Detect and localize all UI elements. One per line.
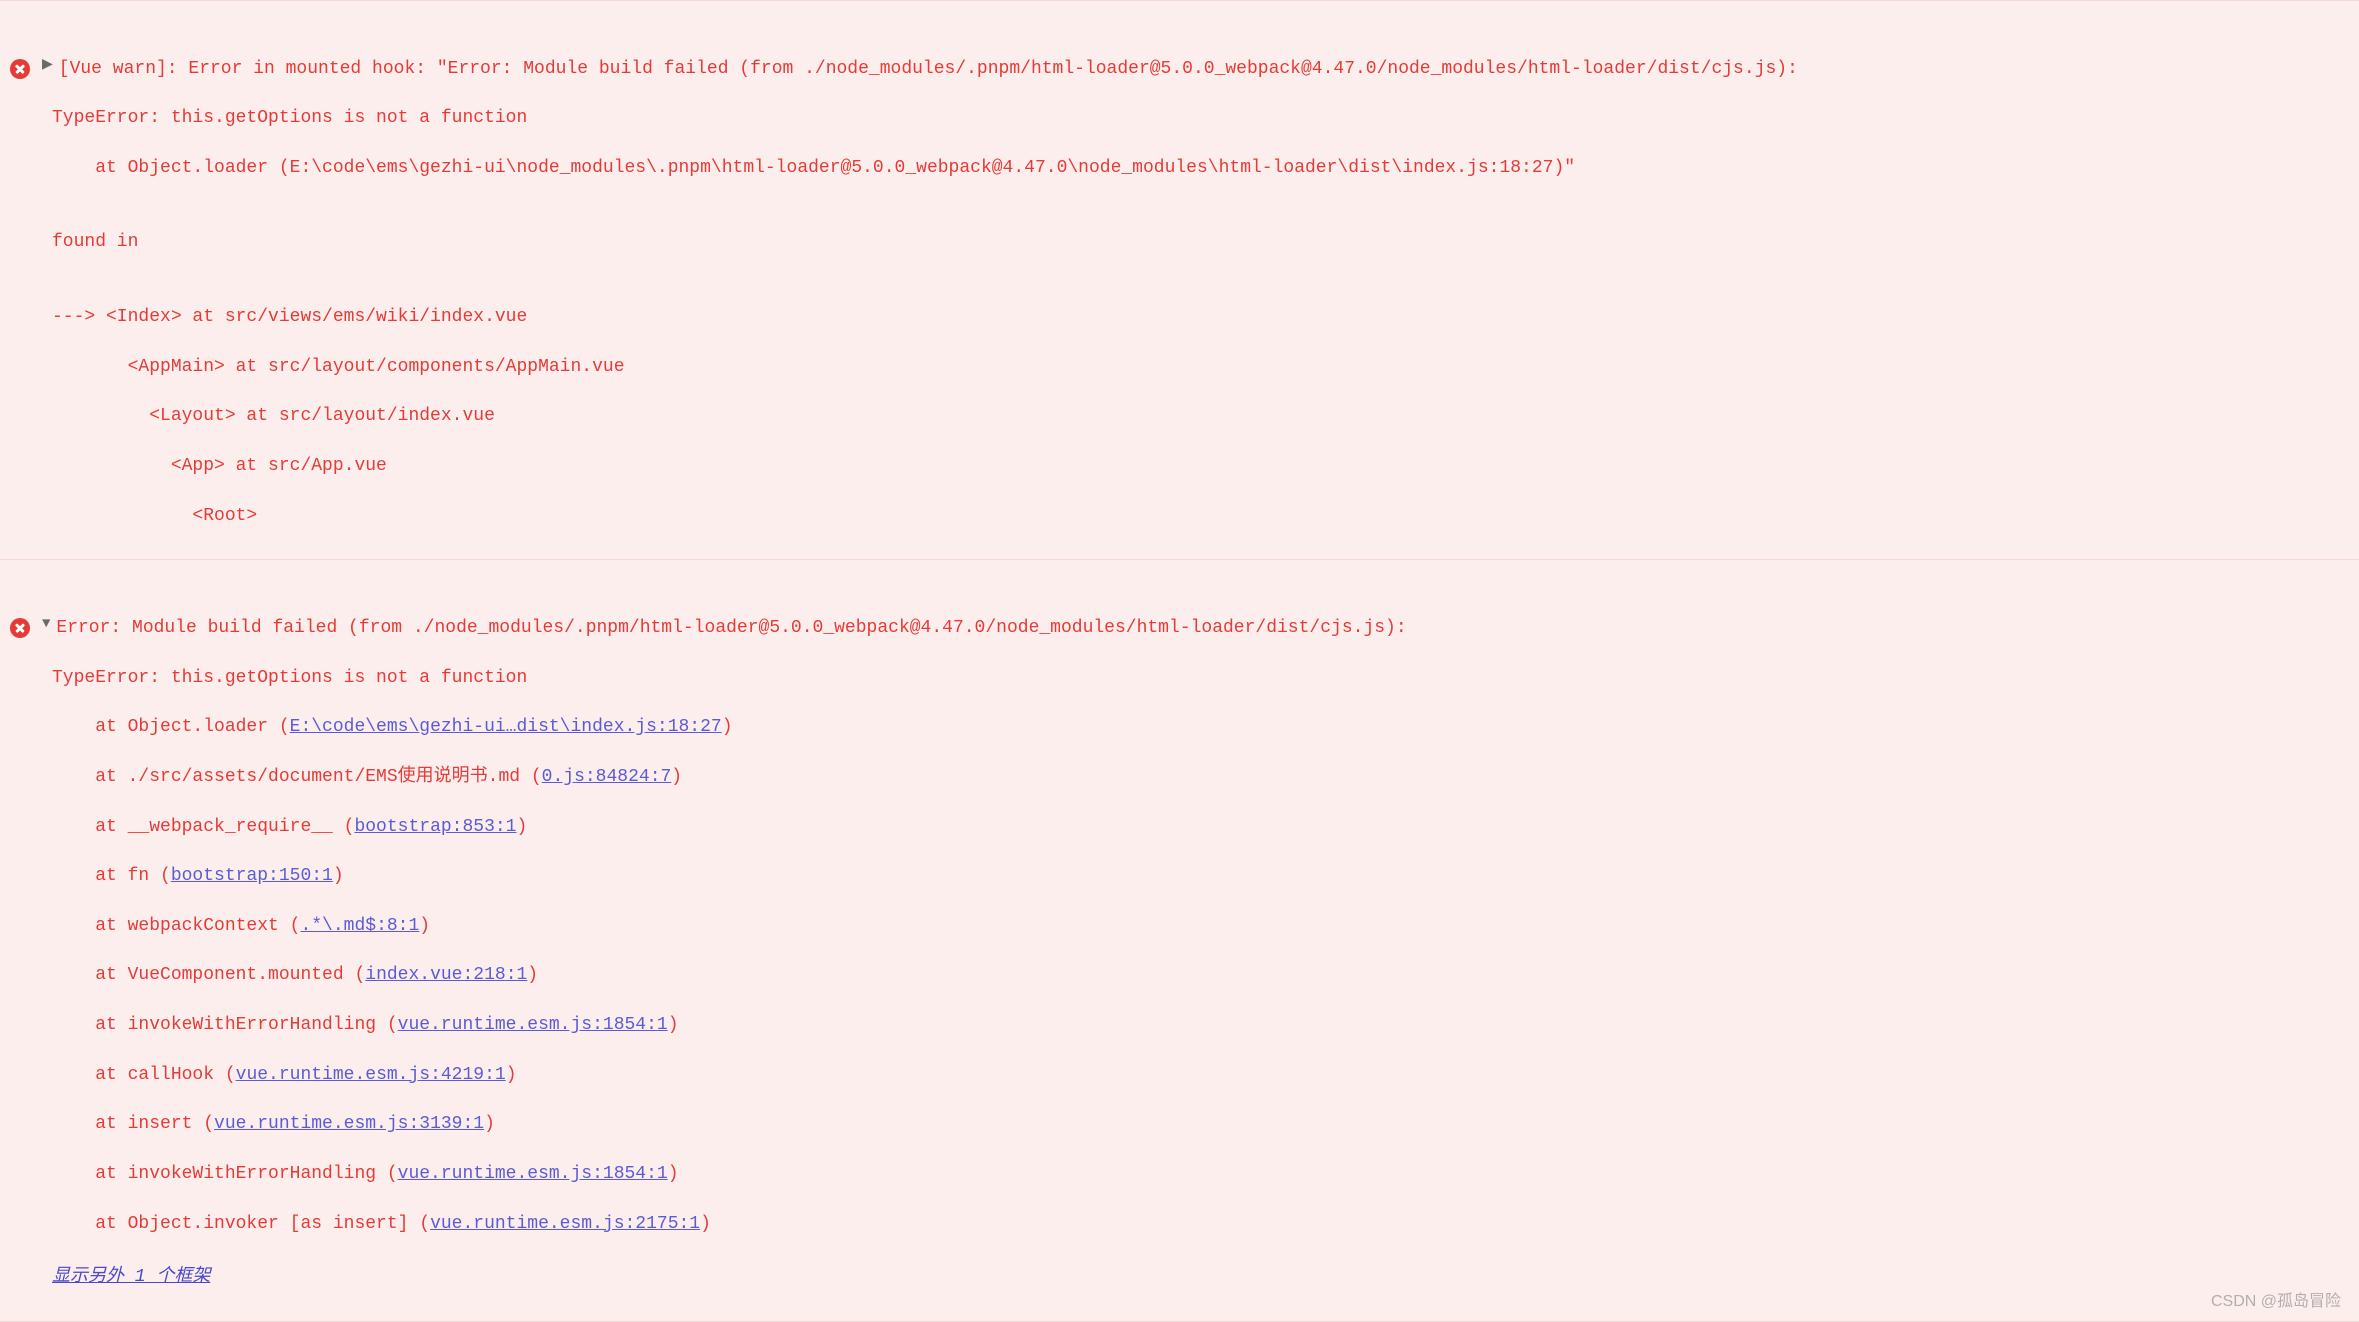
source-link[interactable]: bootstrap:853:1: [354, 817, 516, 837]
error-headline: [Vue warn]: Error in mounted hook: "Erro…: [59, 57, 1798, 82]
stack-frame: at callHook (vue.runtime.esm.js:4219:1): [10, 1063, 2349, 1088]
error-line: TypeError: this.getOptions is not a func…: [10, 666, 2349, 691]
source-link[interactable]: vue.runtime.esm.js:3139:1: [214, 1114, 484, 1134]
error-icon: [10, 59, 30, 79]
error-line: <App> at src/App.vue: [10, 454, 2349, 479]
stack-frame: at insert (vue.runtime.esm.js:3139:1): [10, 1112, 2349, 1137]
source-link[interactable]: .*\.md$:8:1: [300, 916, 419, 936]
source-link[interactable]: vue.runtime.esm.js:2175:1: [430, 1214, 700, 1234]
source-link[interactable]: bootstrap:150:1: [171, 866, 333, 886]
source-link[interactable]: vue.runtime.esm.js:1854:1: [398, 1164, 668, 1184]
error-headline: Error: Module build failed (from ./node_…: [56, 616, 1406, 641]
stack-frame: at Object.loader (E:\code\ems\gezhi-ui…d…: [10, 715, 2349, 740]
error-line: ---> <Index> at src/views/ems/wiki/index…: [10, 305, 2349, 330]
show-more-frames-link[interactable]: 显示另外 1 个框架: [10, 1265, 210, 1290]
error-line: TypeError: this.getOptions is not a func…: [10, 106, 2349, 131]
stack-frame: at __webpack_require__ (bootstrap:853:1): [10, 815, 2349, 840]
source-link[interactable]: vue.runtime.esm.js:1854:1: [398, 1015, 668, 1035]
source-link[interactable]: index.vue:218:1: [365, 965, 527, 985]
stack-frame: at VueComponent.mounted (index.vue:218:1…: [10, 963, 2349, 988]
console-error-message: ▶ [Vue warn]: Error in mounted hook: "Er…: [0, 0, 2359, 560]
source-link[interactable]: 0.js:84824:7: [542, 767, 672, 787]
disclosure-triangle-icon[interactable]: ▶: [42, 56, 53, 75]
error-line: <Layout> at src/layout/index.vue: [10, 404, 2349, 429]
stack-frame: at invokeWithErrorHandling (vue.runtime.…: [10, 1162, 2349, 1187]
source-link[interactable]: E:\code\ems\gezhi-ui…dist\index.js:18:27: [290, 717, 722, 737]
disclosure-triangle-icon[interactable]: ▼: [42, 615, 50, 634]
stack-frame: at webpackContext (.*\.md$:8:1): [10, 914, 2349, 939]
error-line: <Root>: [10, 504, 2349, 529]
console-error-message: ▼ Error: Module build failed (from ./nod…: [0, 559, 2359, 1322]
stack-frame: at invokeWithErrorHandling (vue.runtime.…: [10, 1013, 2349, 1038]
error-line: at Object.loader (E:\code\ems\gezhi-ui\n…: [10, 156, 2349, 181]
error-line: found in: [10, 230, 2349, 255]
watermark-text: CSDN @孤岛冒险: [2211, 1291, 2341, 1313]
stack-frame: at Object.invoker [as insert] (vue.runti…: [10, 1212, 2349, 1237]
stack-frame: at ./src/assets/document/EMS使用说明书.md (0.…: [10, 765, 2349, 790]
source-link[interactable]: vue.runtime.esm.js:4219:1: [236, 1065, 506, 1085]
error-line: <AppMain> at src/layout/components/AppMa…: [10, 355, 2349, 380]
stack-frame: at fn (bootstrap:150:1): [10, 864, 2349, 889]
error-icon: [10, 618, 30, 638]
